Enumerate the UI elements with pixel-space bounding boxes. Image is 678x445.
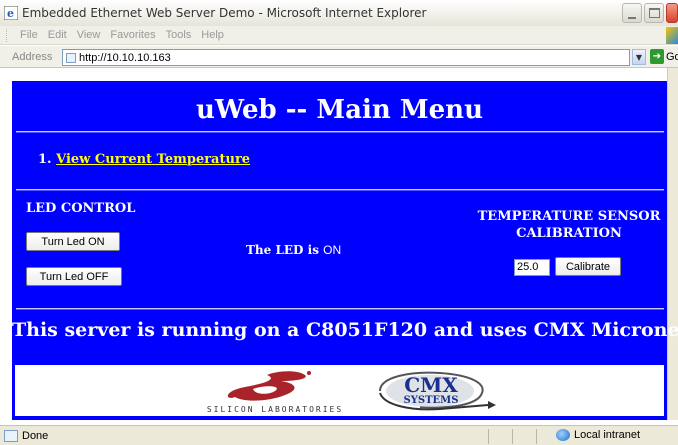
server-info-text: This server is running on a C8051F120 an…	[12, 319, 678, 341]
address-dropdown-icon[interactable]: ▼	[632, 49, 646, 65]
led-status: The LED is ON	[246, 243, 341, 257]
page-icon	[66, 53, 76, 63]
page-title: uWeb -- Main Menu	[196, 95, 483, 125]
svg-text:e: e	[7, 7, 14, 20]
view-temperature-link[interactable]: View Current Temperature	[56, 152, 250, 167]
go-arrow-icon[interactable]: ➔	[650, 49, 664, 64]
close-button[interactable]	[666, 3, 678, 23]
menu-tools[interactable]: Tools	[166, 29, 192, 41]
divider	[16, 189, 664, 191]
address-input[interactable]: http://10.10.10.163	[62, 49, 630, 66]
menu-file[interactable]: File	[20, 29, 38, 41]
windows-logo-icon	[666, 27, 678, 44]
zone-label: Local intranet	[574, 429, 641, 441]
status-separator	[512, 429, 513, 444]
security-zone: Local intranet	[556, 429, 640, 441]
intranet-globe-icon	[556, 429, 570, 441]
content-top-margin	[0, 68, 678, 81]
led-status-label: The LED is	[246, 243, 319, 257]
address-label: Address	[12, 50, 53, 63]
calibration-value-input[interactable]: 25.0	[514, 259, 550, 276]
silicon-labs-swoosh-icon	[227, 371, 311, 401]
address-url: http://10.10.10.163	[79, 51, 171, 64]
ie-icon: e	[4, 6, 18, 20]
divider	[16, 131, 664, 133]
cmx-text: CMX	[404, 373, 458, 397]
title-bar[interactable]: e Embedded Ethernet Web Server Demo - Mi…	[0, 0, 678, 26]
turn-led-on-button[interactable]: Turn Led ON	[26, 232, 120, 251]
go-button-label[interactable]: Go	[666, 51, 678, 63]
page-body: uWeb -- Main Menu 1. View Current Temper…	[12, 81, 678, 420]
cmx-systems-text: SYSTEMS	[403, 395, 459, 406]
menu-item-number: 1.	[38, 152, 52, 167]
page-done-icon	[4, 429, 18, 442]
menu-favorites[interactable]: Favorites	[110, 29, 155, 41]
cmx-systems-logo: CMX SYSTEMS	[370, 369, 500, 415]
led-control-heading: LED CONTROL	[26, 201, 136, 216]
silicon-labs-logo: SILICON LABORATORIES	[205, 367, 365, 415]
vertical-scrollbar[interactable]	[667, 68, 678, 420]
menu-help[interactable]: Help	[201, 29, 224, 41]
silicon-labs-text: SILICON LABORATORIES	[206, 405, 344, 414]
menu-list-item: 1. View Current Temperature	[38, 152, 250, 167]
status-separator	[536, 429, 537, 444]
content-left-margin	[0, 68, 12, 420]
minimize-button[interactable]	[622, 3, 642, 23]
window-title: Embedded Ethernet Web Server Demo - Micr…	[22, 6, 427, 20]
divider	[16, 308, 664, 310]
maximize-button[interactable]	[644, 3, 664, 23]
status-separator	[488, 429, 489, 444]
calibrate-button[interactable]: Calibrate	[555, 257, 621, 276]
menu-view[interactable]: View	[77, 29, 101, 41]
menu-edit[interactable]: Edit	[48, 29, 67, 41]
status-text: Done	[22, 429, 49, 442]
logo-strip: SILICON LABORATORIES CMX SYSTEMS	[15, 365, 664, 416]
turn-led-off-button[interactable]: Turn Led OFF	[26, 267, 122, 286]
status-bar: Done Local intranet	[0, 425, 678, 445]
calibration-heading-line2: CALIBRATION	[516, 226, 622, 241]
calibration-heading: TEMPERATURE SENSOR CALIBRATION	[476, 208, 662, 242]
toolbar-grip	[6, 29, 8, 42]
menu-bar: File Edit View Favorites Tools Help	[0, 26, 678, 45]
led-status-value: ON	[323, 243, 342, 257]
calibration-heading-line1: TEMPERATURE SENSOR	[477, 209, 661, 224]
